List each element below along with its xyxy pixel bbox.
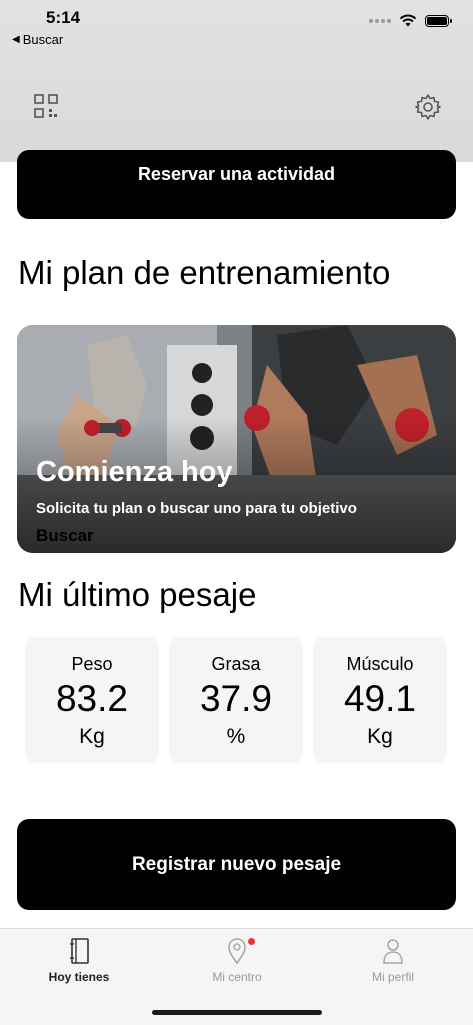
cellular-signal-icon [369,18,391,23]
last-weigh-in-title: Mi último pesaje [18,576,257,613]
gear-icon[interactable] [413,92,443,122]
training-plan-title: Mi plan de entrenamiento [18,254,391,291]
notification-badge [248,938,255,945]
stat-unit: % [226,725,246,748]
back-to-search-link[interactable]: ◀ Buscar [12,32,63,47]
tab-label: Hoy tienes [48,970,110,984]
register-weigh-in-button[interactable]: Registrar nuevo pesaje [17,819,456,910]
home-indicator [152,1010,322,1015]
stat-unit: Kg [79,725,105,748]
tab-label: Mi centro [212,970,262,984]
status-time: 5:14 [46,8,81,27]
notebook-icon [70,938,89,964]
tab-mi-centro[interactable]: Mi centro [167,929,307,999]
person-icon [383,939,403,964]
qr-code-icon[interactable] [32,92,60,120]
location-pin-icon [228,938,246,965]
stat-unit: Kg [367,725,393,748]
tab-mi-perfil[interactable]: Mi perfil [323,929,463,999]
plan-card-heading: Comienza hoy [36,456,233,488]
stat-value: 83.2 [55,678,128,719]
fat-stat-card: Grasa 37.9 % [169,637,303,763]
stat-label: Grasa [211,654,261,674]
plan-card-subtitle: Solicita tu plan o buscar uno para tu ob… [36,500,357,517]
stat-value: 49.1 [343,678,416,719]
plan-search-link[interactable]: Buscar [36,526,94,546]
wifi-icon [399,14,417,27]
muscle-stat-card: Músculo 49.1 Kg [313,637,447,763]
status-icons [369,14,452,27]
card-overlay [17,325,456,553]
stat-value: 37.9 [199,678,272,719]
stat-label: Peso [71,654,113,674]
tab-hoy-tienes[interactable]: Hoy tienes [9,929,149,999]
battery-icon [425,14,452,27]
weight-stat-card: Peso 83.2 Kg [25,637,159,763]
tab-label: Mi perfil [371,970,414,984]
back-label: Buscar [22,32,64,47]
training-plan-card[interactable]: Comienza hoy Solicita tu plan o buscar u… [17,325,456,553]
top-header: 5:14 ◀ Buscar [0,0,473,162]
tab-bar: Hoy tienes Mi centro Mi perfil [0,928,473,1025]
stat-label: Músculo [346,654,414,674]
back-arrow-icon: ◀ [12,34,20,45]
reserve-activity-button[interactable]: Reservar una actividad [17,150,456,219]
